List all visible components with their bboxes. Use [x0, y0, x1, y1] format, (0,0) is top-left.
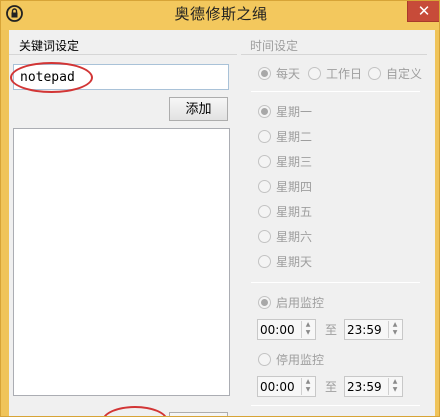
- radio-label: 星期二: [276, 129, 313, 144]
- spinner-buttons[interactable]: ▲ ▼: [301, 378, 314, 395]
- radio-enable-monitor[interactable]: 启用监控: [258, 294, 324, 310]
- radio-label: 工作日: [326, 66, 363, 81]
- chevron-down-icon[interactable]: ▼: [302, 386, 314, 394]
- chevron-down-icon[interactable]: ▼: [302, 329, 314, 337]
- enable-start-time-spinner[interactable]: 00:00 ▲ ▼: [257, 319, 316, 340]
- close-icon: ✕: [417, 2, 431, 20]
- separator: [251, 282, 420, 283]
- radio-every-day[interactable]: 每天: [258, 65, 300, 81]
- radio-label: 星期一: [276, 104, 313, 119]
- radio-indicator: [258, 254, 271, 268]
- radio-indicator: [258, 229, 271, 243]
- app-window: 奥德修斯之绳 ✕ 关键词设定 添加 时间设定 每天 工作日 自定义 星期一 星期…: [0, 0, 440, 417]
- title-bar[interactable]: 奥德修斯之绳 ✕: [1, 1, 439, 30]
- window-title: 奥德修斯之绳: [174, 5, 268, 23]
- chevron-up-icon[interactable]: ▲: [389, 378, 401, 386]
- spinner-value: 00:00: [260, 323, 295, 337]
- radio-indicator: [258, 352, 271, 366]
- radio-custom[interactable]: 自定义: [368, 65, 422, 81]
- separator: [251, 405, 420, 406]
- radio-indicator: [258, 66, 271, 80]
- keyword-list[interactable]: [13, 128, 230, 396]
- radio-label: 星期四: [276, 179, 313, 194]
- keyword-group-label: 关键词设定: [18, 39, 83, 53]
- radio-wednesday[interactable]: 星期三: [258, 153, 312, 169]
- radio-label: 停用监控: [276, 352, 325, 367]
- keyword-group-border: [9, 54, 237, 55]
- radio-monday[interactable]: 星期一: [258, 103, 312, 119]
- disable-start-time-spinner[interactable]: 00:00 ▲ ▼: [257, 376, 316, 397]
- spinner-value: 23:59: [347, 380, 382, 394]
- close-button[interactable]: ✕: [407, 1, 439, 22]
- radio-disable-monitor[interactable]: 停用监控: [258, 351, 324, 367]
- radio-sunday[interactable]: 星期天: [258, 253, 312, 269]
- radio-thursday[interactable]: 星期四: [258, 178, 312, 194]
- radio-indicator: [258, 204, 271, 218]
- radio-label: 星期天: [276, 254, 313, 269]
- chevron-down-icon[interactable]: ▼: [389, 329, 401, 337]
- radio-label: 星期三: [276, 154, 313, 169]
- bottom-button[interactable]: [169, 412, 228, 416]
- radio-indicator: [258, 104, 271, 118]
- spinner-buttons[interactable]: ▲ ▼: [388, 378, 401, 395]
- chevron-up-icon[interactable]: ▲: [302, 378, 314, 386]
- chevron-down-icon[interactable]: ▼: [389, 386, 401, 394]
- disable-end-time-spinner[interactable]: 23:59 ▲ ▼: [344, 376, 403, 397]
- radio-indicator: [368, 66, 381, 80]
- radio-label: 星期五: [276, 204, 313, 219]
- radio-indicator: [258, 295, 271, 309]
- to-label: 至: [325, 323, 338, 337]
- radio-tuesday[interactable]: 星期二: [258, 128, 312, 144]
- radio-friday[interactable]: 星期五: [258, 203, 312, 219]
- annotation-oval: [10, 62, 93, 93]
- spinner-buttons[interactable]: ▲ ▼: [301, 321, 314, 338]
- add-keyword-button[interactable]: 添加: [169, 97, 228, 121]
- radio-saturday[interactable]: 星期六: [258, 228, 312, 244]
- radio-workday[interactable]: 工作日: [308, 65, 362, 81]
- spinner-value: 23:59: [347, 323, 382, 337]
- to-label: 至: [325, 380, 338, 394]
- radio-indicator: [258, 129, 271, 143]
- chevron-up-icon[interactable]: ▲: [389, 321, 401, 329]
- time-group-border: [241, 54, 427, 55]
- separator: [251, 91, 420, 92]
- spinner-buttons[interactable]: ▲ ▼: [388, 321, 401, 338]
- radio-indicator: [258, 179, 271, 193]
- radio-label: 每天: [276, 66, 301, 81]
- time-group-label: 时间设定: [249, 39, 302, 53]
- radio-indicator: [258, 154, 271, 168]
- chevron-up-icon[interactable]: ▲: [302, 321, 314, 329]
- radio-label: 星期六: [276, 229, 313, 244]
- radio-label: 启用监控: [276, 295, 325, 310]
- radio-label: 自定义: [386, 66, 423, 81]
- spinner-value: 00:00: [260, 380, 295, 394]
- radio-indicator: [308, 66, 321, 80]
- enable-end-time-spinner[interactable]: 23:59 ▲ ▼: [344, 319, 403, 340]
